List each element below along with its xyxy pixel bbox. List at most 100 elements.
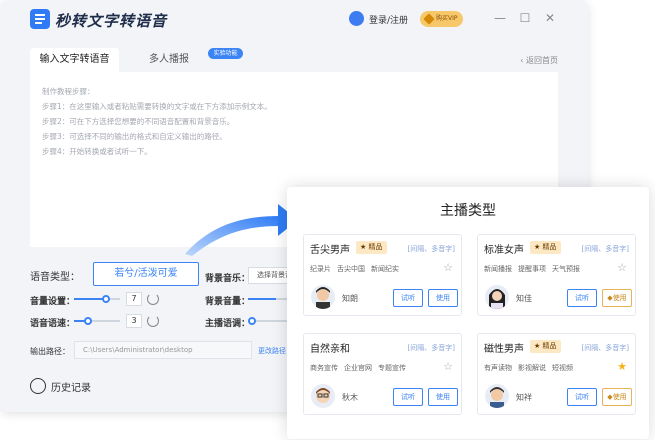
voice-card: 舌尖男声 ★ 精品 [间隔、多音字] 纪录片 舌尖中国 新闻纪实 ☆ 知朗 试听 使… (303, 234, 462, 316)
output-label: 输出路径： (30, 347, 70, 356)
listen-button[interactable]: 试听 (393, 289, 423, 307)
editor-line: 步骤2：可在下方选择您想要的不同语音配置和背景音乐。 (42, 117, 235, 126)
app-logo-icon (30, 9, 50, 29)
volume-slider[interactable] (74, 295, 120, 303)
voice-tags: 纪录片 舌尖中国 新闻纪实 (310, 264, 405, 274)
volume-label: 音量设置： (30, 297, 76, 307)
user-icon[interactable] (349, 11, 364, 26)
voice-speaker: 知祥 (516, 393, 532, 402)
reset-volume-icon[interactable] (147, 293, 159, 305)
maximize-button[interactable]: ☐ (518, 11, 532, 25)
editor-line: 步骤3：可选择不同的输出的格式和自定义输出的路径。 (42, 132, 227, 141)
reset-speed-icon[interactable] (147, 315, 159, 327)
speed-label: 语音语速： (30, 319, 76, 329)
vip-use-button[interactable]: ◆使用 (602, 388, 632, 406)
voice-modes: [间隔、多音字] (407, 344, 455, 352)
avatar (485, 285, 509, 309)
history-clock-icon[interactable] (30, 378, 46, 394)
voice-modes: [间隔、多音字] (581, 344, 629, 352)
tab-bar: 输入文字转语音 多人播报 实验功能 ‹ 返回首页 (30, 48, 558, 72)
diamond-icon (423, 13, 435, 25)
voice-tags: 有声读物 影视解说 短视频 (484, 363, 579, 373)
tone-knob[interactable] (248, 317, 256, 325)
premium-badge: ★ 精品 (530, 340, 561, 353)
listen-button[interactable]: 试听 (567, 388, 597, 406)
badge-label: 精品 (368, 243, 383, 251)
avatar (311, 384, 335, 408)
badge-label: 精品 (542, 342, 557, 350)
avatar (311, 285, 335, 309)
vip-use-button[interactable]: ◆使用 (602, 289, 632, 307)
editor-line: 步骤1：在这里输入或者粘贴需要转换的文字或在下方添加示例文本。 (42, 102, 272, 111)
buy-vip-button[interactable]: 购买VIP (420, 11, 463, 27)
listen-button[interactable]: 试听 (393, 388, 423, 406)
volume-knob[interactable] (102, 295, 110, 303)
voice-speaker: 知朗 (342, 294, 358, 303)
tag: 新闻纪实 (371, 265, 399, 273)
voice-card: 磁性男声 ★ 精品 [间隔、多音字] 有声读物 影视解说 短视频 ★ 知祥 试听 ◆… (477, 333, 636, 415)
panel-title: 主播类型 (440, 203, 496, 219)
output-path-field[interactable]: C:\Users\Administrator\desktop (74, 341, 252, 359)
bg-volume-label: 背景音量： (205, 297, 251, 307)
speed-knob[interactable] (84, 317, 92, 325)
avatar (485, 384, 509, 408)
use-label: 使用 (612, 294, 627, 302)
tag: 提醒事项 (518, 265, 546, 273)
volume-value[interactable]: 7 (126, 292, 142, 306)
title-bar: 秒转文字转语音 登录/注册 购买VIP — ☐ ✕ (0, 0, 588, 38)
use-label: 使用 (612, 393, 627, 401)
history-link[interactable]: 历史记录 (51, 379, 91, 394)
speed-value[interactable]: 3 (126, 314, 142, 328)
tag: 影视解说 (518, 364, 546, 372)
speed-slider[interactable] (74, 317, 120, 325)
tone-slider[interactable] (248, 317, 288, 325)
vip-label: 购买VIP (436, 15, 458, 22)
tag: 天气预报 (552, 265, 580, 273)
favorite-star-icon[interactable]: ☆ (443, 261, 453, 274)
voice-card: 自然亲和 [间隔、多音字] 商务宣传 企业官网 专题宣传 ☆ 秋木 试听 使用 (303, 333, 462, 415)
premium-badge: ★ 精品 (530, 241, 561, 254)
app-title: 秒转文字转语音 (55, 12, 168, 30)
favorite-star-icon[interactable]: ☆ (617, 261, 627, 274)
change-path-link[interactable]: 更改路径 (258, 346, 286, 356)
close-button[interactable]: ✕ (543, 11, 557, 25)
voice-card: 标准女声 ★ 精品 [间隔、多音字] 新闻播报 提醒事项 天气预报 ☆ 知佳 试听 … (477, 234, 636, 316)
voice-type-label: 语音类型： (30, 272, 80, 283)
back-home-link[interactable]: ‹ 返回首页 (520, 55, 558, 66)
tag: 专题宣传 (378, 364, 406, 372)
voice-tags: 新闻播报 提醒事项 天气预报 (484, 264, 586, 274)
pointer-arrow-icon (185, 204, 298, 256)
tone-label: 主播语调： (205, 319, 251, 329)
editor-line: 制作教程步骤： (42, 87, 95, 96)
voice-name: 自然亲和 (310, 344, 350, 355)
tag: 新闻播报 (484, 265, 512, 273)
tab-text-to-speech[interactable]: 输入文字转语音 (30, 48, 119, 72)
tag: 短视频 (552, 364, 573, 372)
editor-line: 步骤4：开始转换或者试听一下。 (42, 147, 152, 156)
premium-badge: ★ 精品 (356, 241, 387, 254)
bg-volume-fill (248, 298, 276, 300)
badge-label: 精品 (542, 243, 557, 251)
voice-name: 标准女声 (484, 245, 524, 256)
minimize-button[interactable]: — (493, 11, 507, 25)
voice-tags: 商务宣传 企业官网 专题宣传 (310, 363, 412, 373)
listen-button[interactable]: 试听 (567, 289, 597, 307)
voice-modes: [间隔、多音字] (581, 245, 629, 253)
favorite-star-icon[interactable]: ☆ (443, 360, 453, 373)
bgm-label: 背景音乐： (205, 274, 251, 284)
tag: 舌尖中国 (337, 265, 365, 273)
tag: 企业官网 (344, 364, 372, 372)
bg-volume-slider[interactable] (248, 298, 288, 300)
use-button[interactable]: 使用 (428, 388, 458, 406)
tab-multi-speaker[interactable]: 多人播报 (134, 48, 204, 72)
favorite-star-icon[interactable]: ★ (617, 360, 627, 373)
back-label: 返回首页 (526, 56, 558, 65)
tag: 商务宣传 (310, 364, 338, 372)
tag: 有声读物 (484, 364, 512, 372)
login-link[interactable]: 登录/注册 (369, 13, 408, 26)
voice-type-select[interactable]: 若兮/活泼可爱 (93, 262, 199, 286)
voice-type-panel: 主播类型 舌尖男声 ★ 精品 [间隔、多音字] 纪录片 舌尖中国 新闻纪实 ☆ 知朗… (287, 187, 649, 439)
use-button[interactable]: 使用 (428, 289, 458, 307)
voice-modes: [间隔、多音字] (407, 245, 455, 253)
voice-speaker: 知佳 (516, 294, 532, 303)
